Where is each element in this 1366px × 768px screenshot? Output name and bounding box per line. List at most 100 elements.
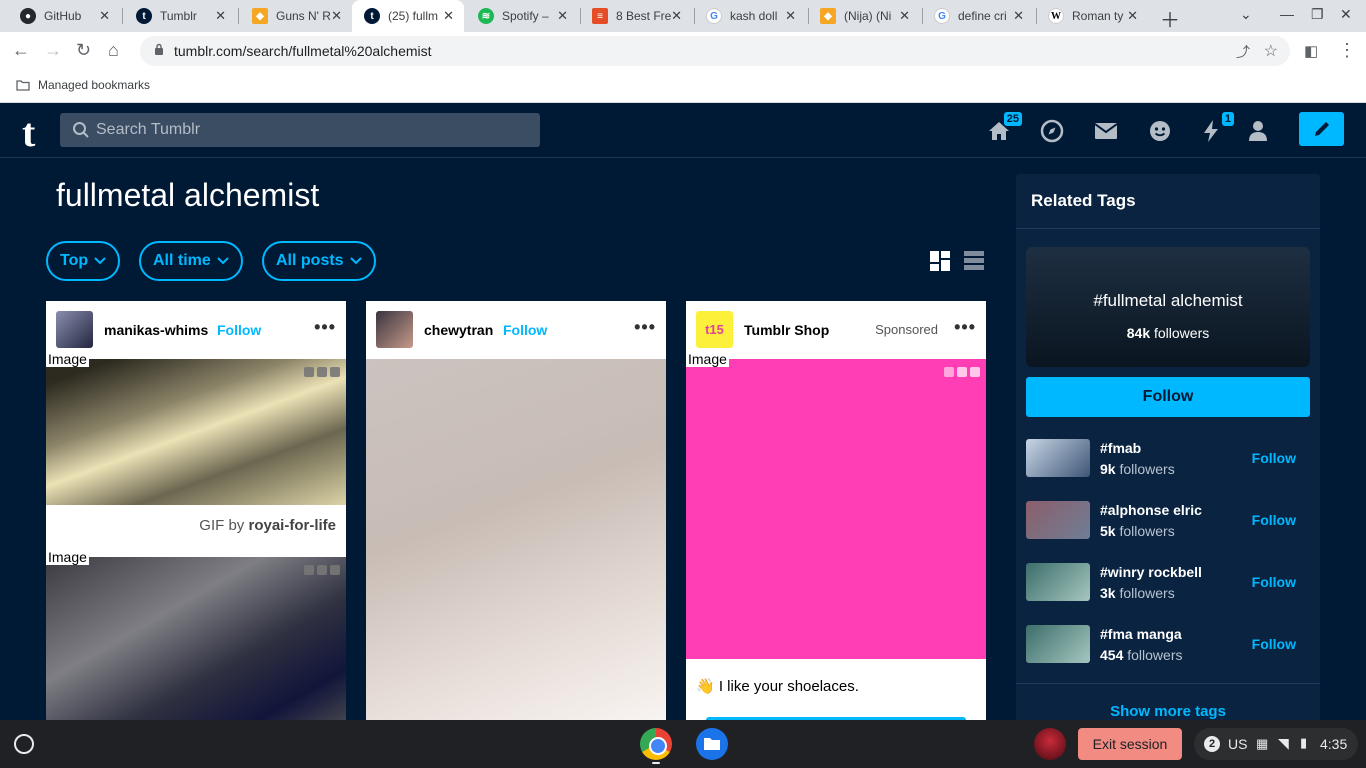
credit-prefix: GIF by xyxy=(199,517,245,534)
tab-nija[interactable]: ◆ (Nija) (Ni ✕ xyxy=(808,0,920,32)
tag-followers: 454 followers xyxy=(1100,647,1183,663)
tab-github[interactable]: ● GitHub ✕ xyxy=(8,0,120,32)
compose-button[interactable] xyxy=(1299,112,1344,146)
os-shelf: Exit session 2 US ▦ ◥ ▮ 4:35 xyxy=(0,720,1366,768)
tab-define[interactable]: G define cri ✕ xyxy=(922,0,1034,32)
avatar[interactable] xyxy=(56,311,93,348)
show-more-tags-button[interactable]: Show more tags xyxy=(1016,703,1320,720)
post-image[interactable] xyxy=(366,359,666,720)
follow-button[interactable]: Follow xyxy=(1252,512,1296,528)
search-input[interactable] xyxy=(96,113,526,147)
filter-time[interactable]: All time xyxy=(139,241,243,281)
tab-kash-doll[interactable]: G kash doll ✕ xyxy=(694,0,806,32)
post-author[interactable]: chewytran xyxy=(424,322,493,338)
close-icon[interactable]: ✕ xyxy=(443,8,454,24)
post-author[interactable]: manikas-whims xyxy=(104,322,208,338)
back-icon[interactable]: ← xyxy=(12,40,30,61)
inbox-icon[interactable] xyxy=(1093,118,1119,144)
post-image[interactable]: Image xyxy=(686,351,986,659)
wikipedia-icon: W xyxy=(1048,8,1064,24)
related-tag-item[interactable]: #fmab 9k followers Follow xyxy=(1026,439,1310,479)
related-tag-item[interactable]: #winry rockbell 3k followers Follow xyxy=(1026,563,1310,603)
share-icon[interactable]: ⤴ xyxy=(1236,42,1250,62)
user-avatar[interactable] xyxy=(1034,728,1066,760)
tag-thumbnail xyxy=(1026,501,1090,539)
close-icon[interactable]: ✕ xyxy=(557,8,568,24)
follow-button[interactable]: Follow xyxy=(1252,636,1296,652)
side-panel-icon[interactable]: ◧ xyxy=(1304,42,1318,60)
followers-label: followers xyxy=(1154,325,1210,341)
minimize-icon[interactable]: — xyxy=(1280,6,1294,22)
star-icon[interactable]: ☆ xyxy=(1264,41,1278,61)
activity-icon[interactable]: 1 xyxy=(1198,112,1234,144)
address-bar[interactable]: tumblr.com/search/fullmetal%20alchemist … xyxy=(140,36,1290,66)
image-alt-text: Image xyxy=(686,351,729,367)
avatar[interactable] xyxy=(376,311,413,348)
exit-session-button[interactable]: Exit session xyxy=(1078,728,1182,760)
close-icon[interactable]: ✕ xyxy=(671,8,682,24)
search-box[interactable] xyxy=(60,113,540,147)
home-icon[interactable]: ⌂ xyxy=(108,40,119,61)
credit-author[interactable]: royai-for-life xyxy=(248,517,336,534)
account-icon[interactable] xyxy=(1245,118,1271,144)
follow-button[interactable]: Follow xyxy=(503,322,547,338)
tab-fullmetal[interactable]: t (25) fullm ✕ xyxy=(352,0,464,32)
follow-button[interactable]: Follow xyxy=(1252,574,1296,590)
network-icon: ▦ xyxy=(1256,736,1269,751)
filter-top[interactable]: Top xyxy=(46,241,121,281)
tumblr-logo[interactable]: t xyxy=(22,109,35,156)
close-window-icon[interactable]: ✕ xyxy=(1340,6,1352,23)
close-icon[interactable]: ✕ xyxy=(1013,8,1024,24)
post-image[interactable]: Image xyxy=(46,549,346,720)
messaging-icon[interactable] xyxy=(1147,118,1173,144)
tab-guns[interactable]: ◆ Guns N' R ✕ xyxy=(240,0,352,32)
follow-tag-button[interactable]: Follow xyxy=(1026,377,1310,417)
more-options-icon[interactable]: ••• xyxy=(954,317,976,338)
tab-roman[interactable]: W Roman ty ✕ xyxy=(1036,0,1148,32)
close-icon[interactable]: ✕ xyxy=(785,8,796,24)
divider xyxy=(1016,228,1320,229)
related-tag-item[interactable]: #alphonse elric 5k followers Follow xyxy=(1026,501,1310,541)
tag-followers: 5k followers xyxy=(1100,523,1175,539)
launcher-icon[interactable] xyxy=(14,734,34,754)
divider xyxy=(1016,683,1320,684)
more-options-icon[interactable]: ••• xyxy=(314,317,336,338)
clock: 4:35 xyxy=(1320,736,1348,752)
reload-icon[interactable]: ↻ xyxy=(76,40,91,61)
close-icon[interactable]: ✕ xyxy=(899,8,910,24)
new-tab-icon[interactable]: ＋ xyxy=(1160,4,1180,33)
close-icon[interactable]: ✕ xyxy=(99,8,110,24)
notification-count: 2 xyxy=(1204,736,1220,752)
menu-icon[interactable]: ⋮ xyxy=(1338,40,1356,61)
tab-search-icon[interactable]: ⌄ xyxy=(1240,6,1252,23)
close-icon[interactable]: ✕ xyxy=(331,8,342,24)
grid-view-icon[interactable] xyxy=(930,251,950,271)
filter-post-type[interactable]: All posts xyxy=(262,241,376,281)
activity-badge: 1 xyxy=(1221,112,1234,126)
status-tray[interactable]: 2 US ▦ ◥ ▮ 4:35 xyxy=(1194,728,1358,760)
close-icon[interactable]: ✕ xyxy=(215,8,226,24)
carousel-indicator-icon xyxy=(944,367,980,377)
pencil-icon xyxy=(1314,122,1329,136)
main-tag-card[interactable]: #fullmetal alchemist 84k followers xyxy=(1026,247,1310,367)
tab-best-free[interactable]: ≡ 8 Best Fre ✕ xyxy=(580,0,692,32)
tag-thumbnail xyxy=(1026,563,1090,601)
list-view-icon[interactable] xyxy=(964,251,984,271)
close-icon[interactable]: ✕ xyxy=(1127,8,1138,24)
tumblr-shop-avatar[interactable]: t15 xyxy=(696,311,733,348)
forward-icon[interactable]: → xyxy=(44,40,62,61)
more-options-icon[interactable]: ••• xyxy=(634,317,656,338)
related-tag-item[interactable]: #fma manga 454 followers Follow xyxy=(1026,625,1310,665)
follow-button[interactable]: Follow xyxy=(1252,450,1296,466)
tab-tumblr[interactable]: t Tumblr ✕ xyxy=(124,0,236,32)
restore-icon[interactable]: ❐ xyxy=(1311,6,1324,23)
managed-bookmarks-folder[interactable]: Managed bookmarks xyxy=(16,78,150,92)
files-app-icon[interactable] xyxy=(696,728,728,760)
chrome-app-icon[interactable] xyxy=(640,728,672,760)
follow-button[interactable]: Follow xyxy=(217,322,261,338)
home-nav-icon[interactable]: 25 xyxy=(986,112,1022,144)
explore-icon[interactable] xyxy=(1039,118,1065,144)
tab-spotify[interactable]: ≋ Spotify – ✕ xyxy=(466,0,578,32)
post-image[interactable]: Image xyxy=(46,351,346,505)
post-author[interactable]: Tumblr Shop xyxy=(744,322,829,338)
